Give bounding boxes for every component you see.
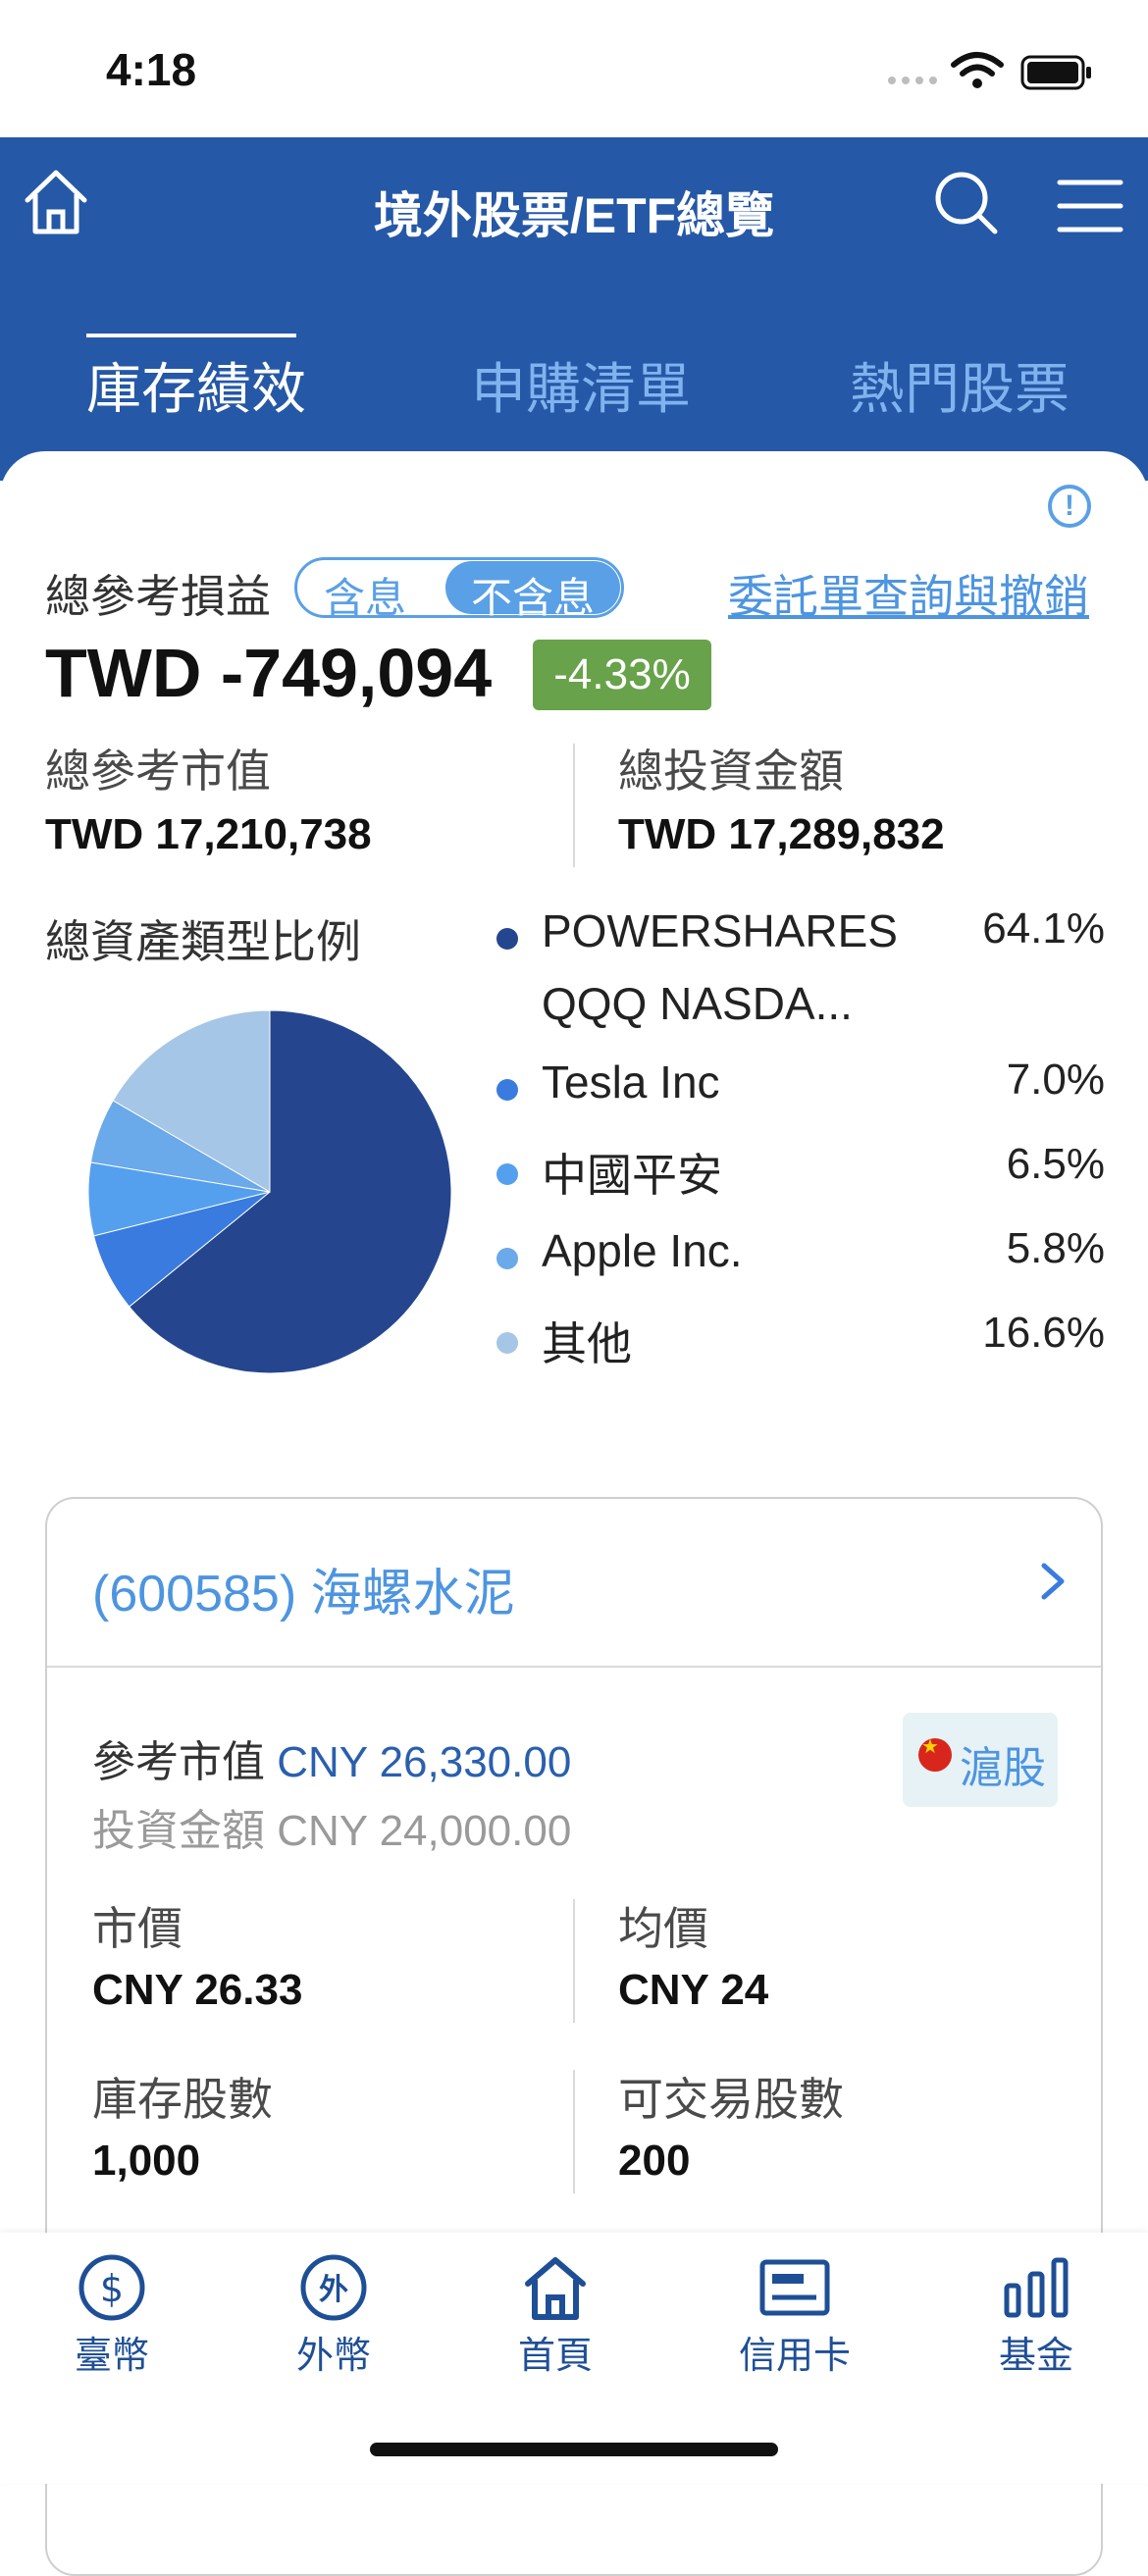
tab-subscriptions[interactable]: 申購清單: [471, 345, 691, 425]
signal-icon: [888, 77, 937, 84]
total-pnl-label: 總參考損益: [45, 571, 271, 622]
flag-star-icon: ★: [921, 1736, 939, 1758]
divider: [573, 1899, 575, 2023]
investment-amount-label: 投資金額: [92, 1807, 265, 1855]
legend-item: Apple Inc. 5.8%: [496, 1224, 1105, 1293]
nav-foreign[interactable]: 外: [255, 2252, 412, 2328]
legend-percent: 64.1%: [982, 904, 1105, 953]
market-label: 滬股: [960, 1744, 1046, 1792]
divider: [573, 744, 575, 867]
legend-name: Tesla Inc: [542, 1056, 720, 1108]
tab-holdings[interactable]: 庫存績效: [86, 345, 306, 425]
investment-value: TWD 17,289,832: [618, 810, 945, 858]
stock-qty-label: 庫存股數: [92, 2074, 273, 2125]
foreign-currency-icon: 外: [300, 2254, 367, 2321]
legend-dot: [496, 1163, 518, 1185]
credit-card-icon: [759, 2259, 830, 2316]
tab-popular-stocks[interactable]: 熱門股票: [850, 345, 1070, 425]
legend-percent: 7.0%: [1006, 1056, 1105, 1104]
divider: [47, 1666, 1101, 1668]
nav-fund[interactable]: [958, 2252, 1115, 2328]
svg-text:外: 外: [319, 2273, 348, 2307]
legend-percent: 16.6%: [982, 1309, 1105, 1357]
home-indicator: [370, 2443, 778, 2456]
market-value-label: 總參考市值: [45, 746, 271, 797]
reference-market-value-amount: CNY 26,330.00: [277, 1738, 572, 1786]
battery-icon: [1020, 55, 1091, 90]
total-pnl-value: TWD -749,094: [45, 635, 493, 711]
status-time: 4:18: [106, 44, 197, 95]
toggle-with-dividend[interactable]: 含息: [324, 565, 406, 625]
nav-home[interactable]: [477, 2252, 634, 2328]
menu-icon[interactable]: [1056, 177, 1124, 235]
nav-foreign-label[interactable]: 外幣: [255, 2325, 412, 2379]
svg-text:$: $: [100, 2267, 124, 2310]
nav-home-label[interactable]: 首頁: [477, 2325, 634, 2379]
order-query-link[interactable]: 委託單查詢與撤銷: [728, 561, 1089, 626]
legend-percent: 5.8%: [1006, 1224, 1105, 1272]
price-label: 市價: [92, 1903, 183, 1954]
pnl-percent-badge: -4.33%: [533, 640, 711, 710]
legend-dot: [496, 1332, 518, 1354]
nav-twd-label[interactable]: 臺幣: [33, 2325, 190, 2379]
tradable-qty-label: 可交易股數: [618, 2074, 844, 2125]
investment-amount-value: CNY 24,000.00: [277, 1807, 572, 1855]
reference-market-value-label: 參考市值: [92, 1738, 265, 1786]
search-icon[interactable]: [932, 169, 1001, 237]
legend-name: 其他: [542, 1318, 632, 1369]
holding-title[interactable]: (600585) 海螺水泥: [92, 1552, 515, 1625]
tradable-qty-value: 200: [618, 2137, 691, 2185]
legend-dot: [496, 928, 518, 950]
tab-bar: 庫存績效 申購清單 熱門股票: [0, 334, 1148, 432]
nav-credit-card-label[interactable]: 信用卡: [716, 2325, 873, 2379]
stock-qty-value: 1,000: [92, 2137, 201, 2185]
legend-dot: [496, 1079, 518, 1101]
divider: [573, 2070, 575, 2193]
investment-amount: 投資金額 CNY 24,000.00: [92, 1795, 571, 1858]
wifi-icon: [951, 52, 1004, 88]
info-icon[interactable]: !: [1048, 485, 1091, 528]
legend-name: 中國平安: [542, 1150, 722, 1201]
legend-item: Tesla Inc 7.0%: [496, 1056, 1105, 1124]
toggle-without-dividend[interactable]: 不含息: [471, 565, 595, 625]
legend-name-line2: QQQ NASDA...: [542, 978, 853, 1029]
allocation-title: 總資產類型比例: [45, 916, 361, 967]
price-value: CNY 26.33: [92, 1966, 303, 2014]
investment-label: 總投資金額: [618, 746, 844, 797]
home-icon: [525, 2257, 586, 2320]
nav-twd[interactable]: $: [33, 2252, 190, 2328]
allocation-pie-chart: [88, 1010, 451, 1373]
nav-credit-card[interactable]: [716, 2252, 873, 2328]
avg-price-value: CNY 24: [618, 1966, 769, 2014]
bar-chart-icon: [1004, 2257, 1069, 2318]
legend-item: POWERSHARES QQQ NASDA... 64.1%: [496, 904, 1105, 1029]
nav-fund-label[interactable]: 基金: [958, 2325, 1115, 2379]
legend-percent: 6.5%: [1006, 1140, 1105, 1188]
avg-price-label: 均價: [618, 1903, 708, 1954]
market-value: TWD 17,210,738: [45, 810, 372, 858]
legend-item: 中國平安 6.5%: [496, 1140, 1105, 1209]
dollar-icon: $: [78, 2254, 145, 2321]
legend-dot: [496, 1248, 518, 1269]
chevron-right-icon[interactable]: [1038, 1560, 1068, 1603]
legend-name: POWERSHARES: [542, 905, 898, 956]
legend-name: Apple Inc.: [542, 1225, 743, 1276]
reference-market-value: 參考市值 CNY 26,330.00: [92, 1726, 571, 1789]
legend-item: 其他 16.6%: [496, 1309, 1105, 1377]
